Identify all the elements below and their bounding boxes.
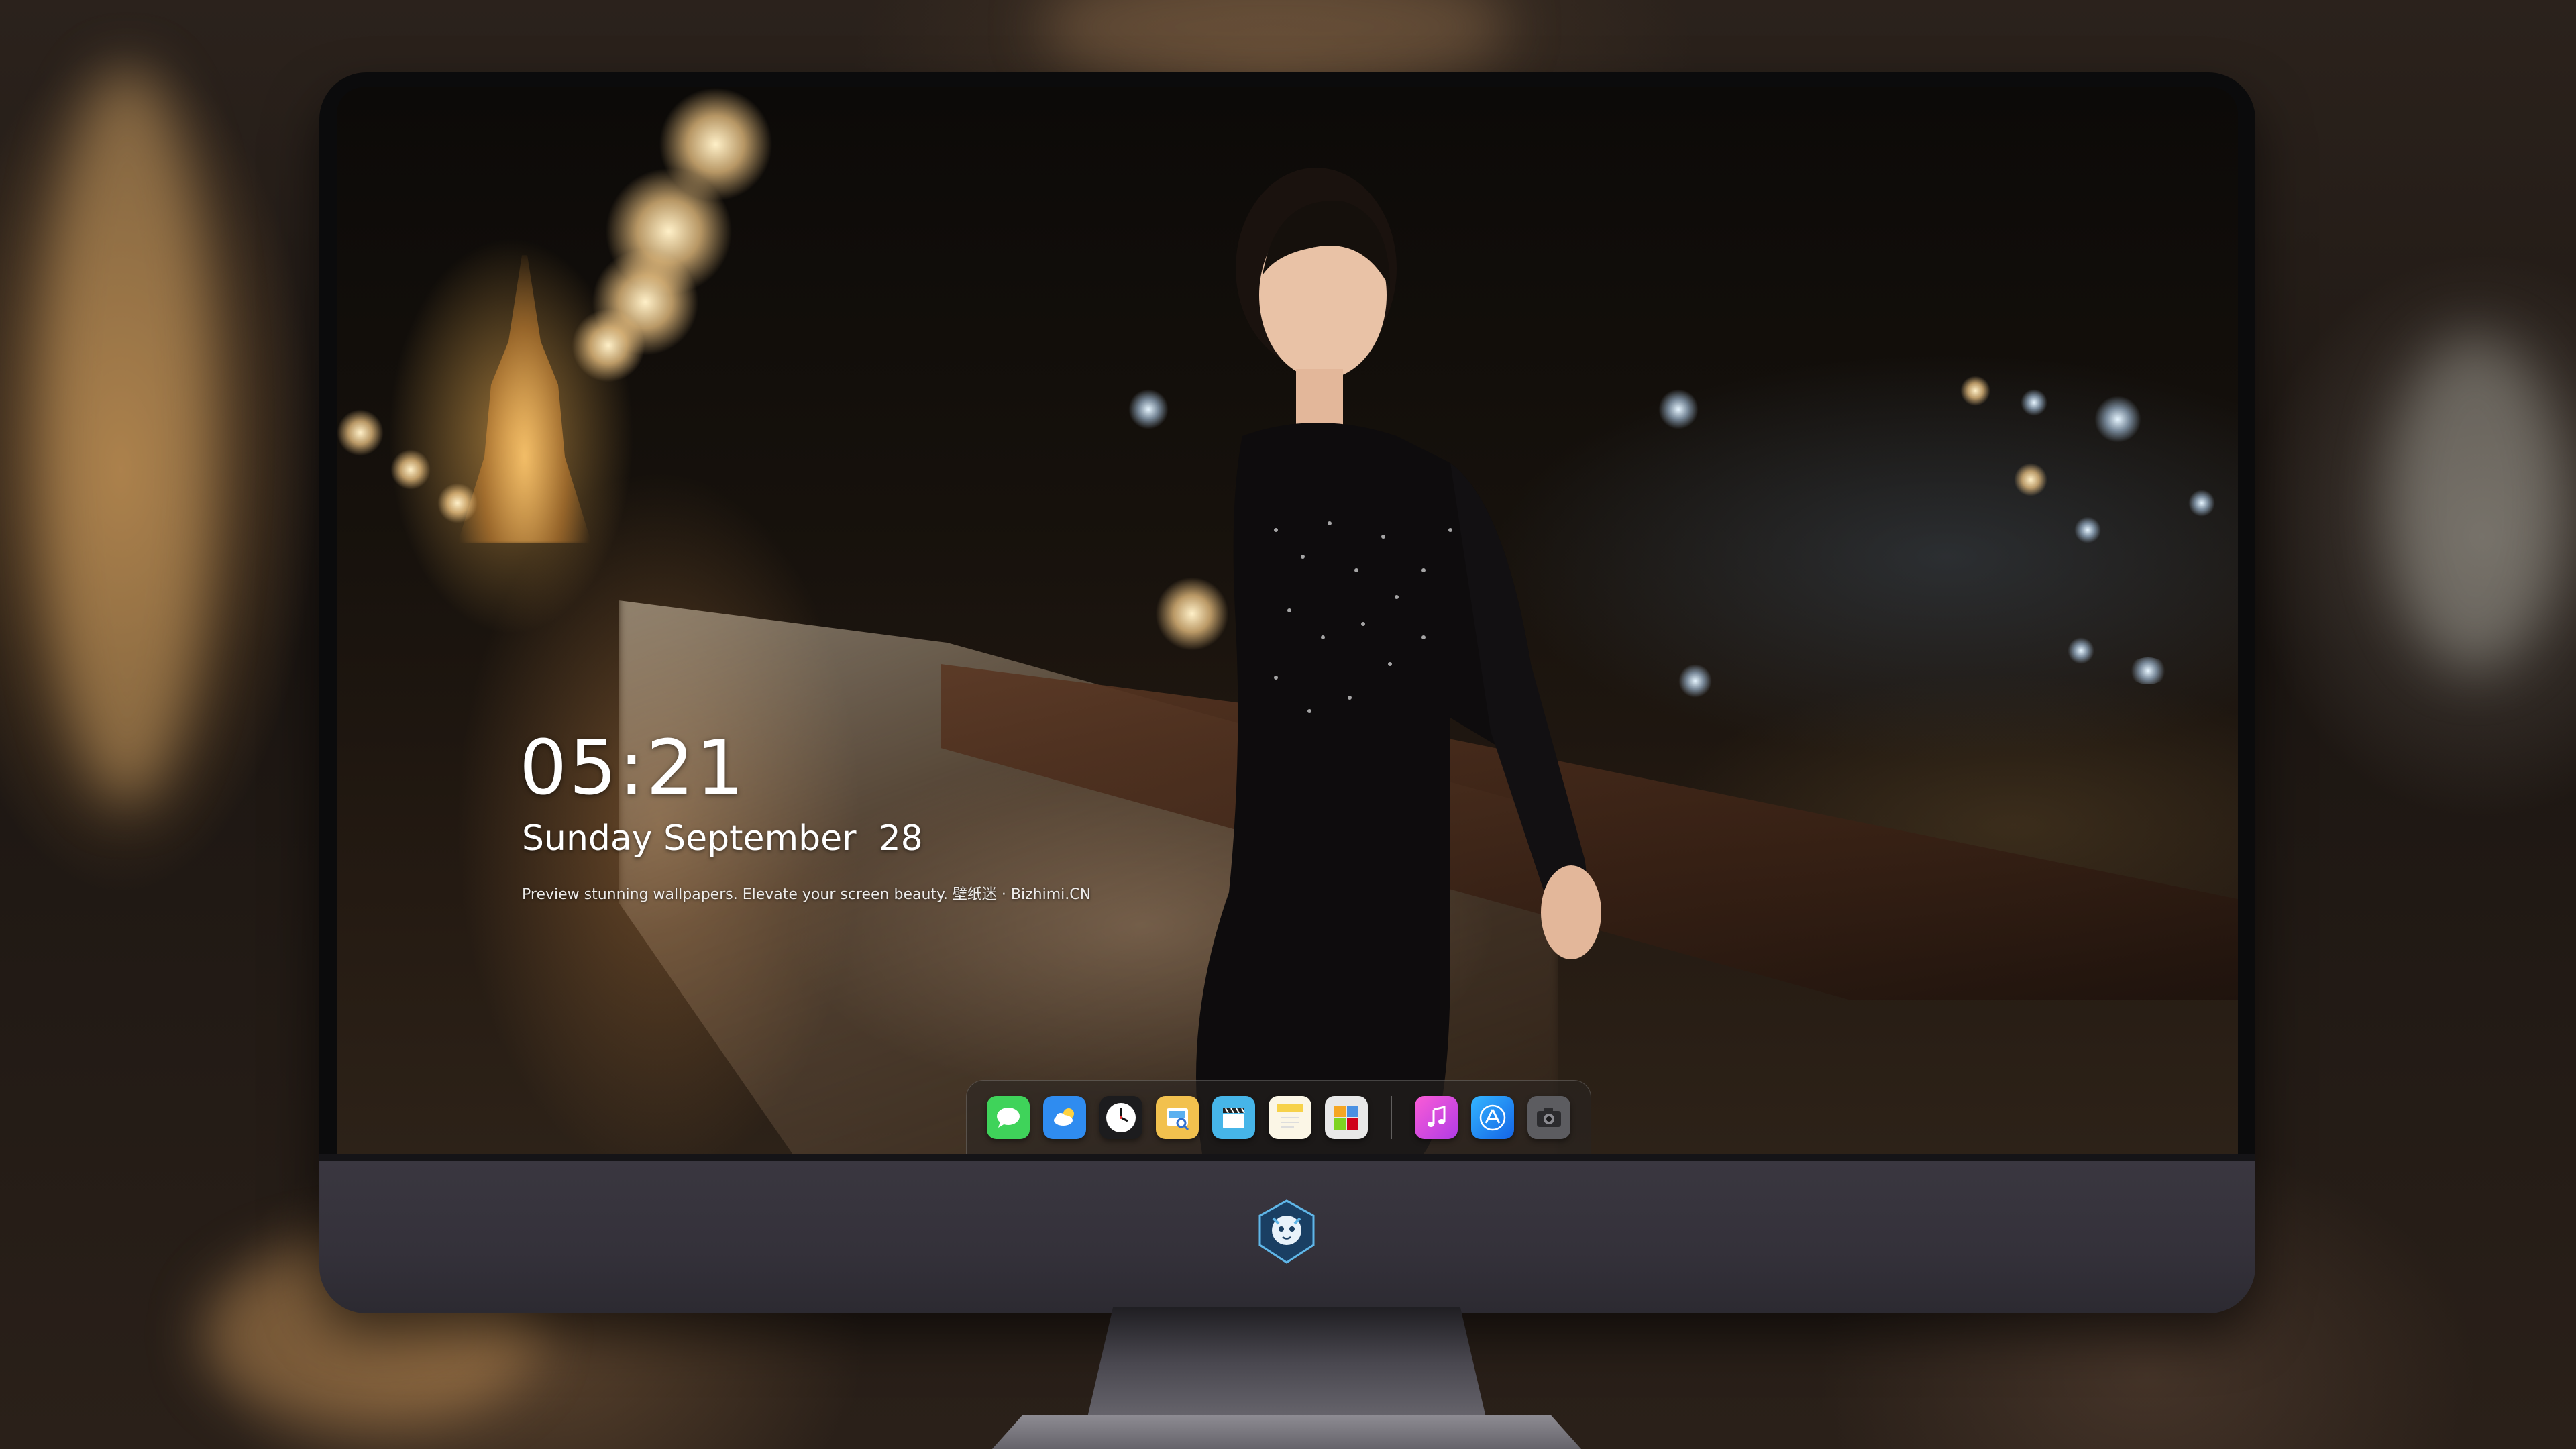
lock-screen-tagline: Preview stunning wallpapers. Elevate you… xyxy=(522,886,1091,903)
wallpaper-figure xyxy=(1196,168,1601,1154)
app-store-icon[interactable] xyxy=(1471,1096,1514,1139)
dock-separator xyxy=(1391,1096,1392,1139)
wallpaper-light xyxy=(2074,517,2101,543)
background-bokeh xyxy=(40,67,215,805)
wallpaper-light xyxy=(437,483,478,523)
wallpaper-light xyxy=(1960,376,1990,406)
background-bokeh xyxy=(2388,335,2563,671)
wallpaper-light xyxy=(2014,463,2047,496)
wallpaper-tower xyxy=(458,255,592,543)
wallpaper-light xyxy=(1678,664,1712,698)
lock-screen: 05:21 Sunday September 28 Preview stunni… xyxy=(337,87,2238,1154)
camera-icon[interactable] xyxy=(1527,1096,1570,1139)
clapperboard-icon[interactable] xyxy=(1212,1096,1255,1139)
notes-icon[interactable] xyxy=(1269,1096,1311,1139)
messages-icon[interactable] xyxy=(987,1096,1030,1139)
desktop-background: 05:21 Sunday September 28 Preview stunni… xyxy=(0,0,2576,1449)
wallpaper-light xyxy=(2094,396,2141,443)
wallpaper-light xyxy=(337,409,384,456)
lock-screen-date: Sunday September 28 xyxy=(522,818,923,859)
wallpaper-light xyxy=(390,449,431,490)
preview-icon[interactable] xyxy=(1156,1096,1199,1139)
lock-screen-time: 05:21 xyxy=(519,724,746,812)
monitor-stand-base xyxy=(986,1415,1587,1449)
wallpaper-light xyxy=(2021,389,2047,416)
dragon-mascot-logo xyxy=(1258,1199,1315,1264)
photos-icon[interactable] xyxy=(1325,1096,1368,1139)
dock xyxy=(966,1080,1591,1155)
wallpaper-light xyxy=(572,309,645,382)
wallpaper-light xyxy=(2128,657,2168,684)
clock-icon[interactable] xyxy=(1099,1096,1142,1139)
weather-icon[interactable] xyxy=(1043,1096,1086,1139)
wallpaper-light xyxy=(2068,637,2094,664)
music-icon[interactable] xyxy=(1415,1096,1458,1139)
wallpaper-light xyxy=(2188,490,2215,517)
